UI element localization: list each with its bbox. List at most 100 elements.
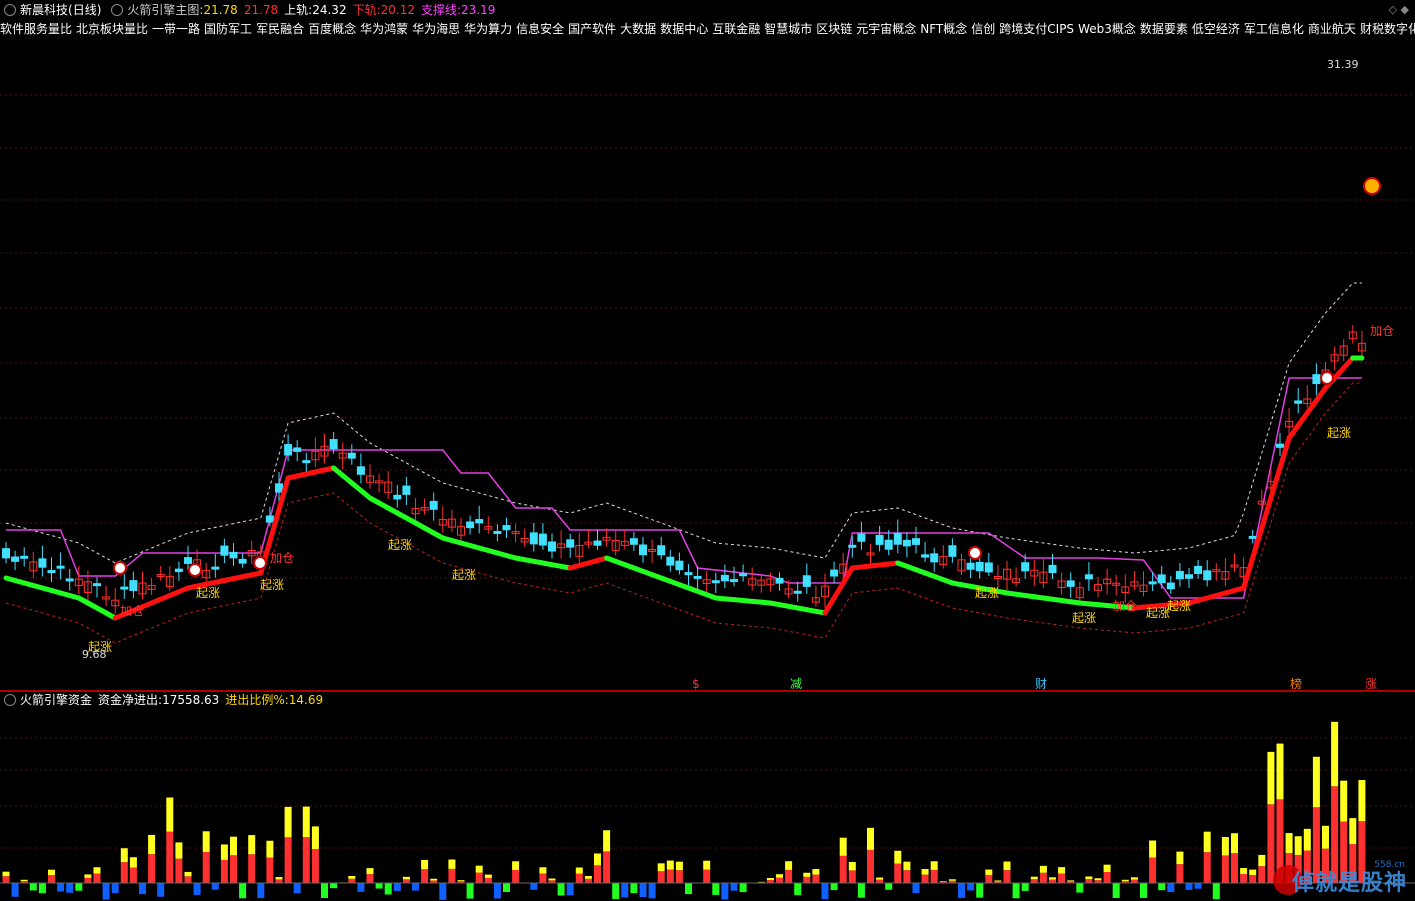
- event-marker: $: [692, 677, 700, 690]
- inflow-extra-bar: [1085, 876, 1093, 880]
- inflow-bar: [302, 837, 310, 883]
- signal-icon: [968, 546, 982, 560]
- outflow-bar: [29, 883, 37, 891]
- inflow-bar: [84, 877, 92, 883]
- inflow-extra-bar: [284, 806, 292, 838]
- candle-body: [475, 519, 484, 524]
- concept-tag[interactable]: 军民融合: [256, 22, 304, 36]
- candle-body: [429, 500, 438, 510]
- candle-body: [666, 556, 675, 566]
- collapse-icon[interactable]: [4, 3, 16, 16]
- inflow-bar: [1249, 874, 1257, 883]
- concept-tag[interactable]: 数据要素: [1140, 22, 1188, 36]
- outflow-bar: [239, 883, 247, 899]
- concept-tag[interactable]: 北京板块量比: [76, 22, 148, 36]
- signal-icon: [188, 563, 202, 577]
- inflow-extra-bar: [202, 831, 210, 852]
- concept-tag[interactable]: 区块链: [816, 22, 852, 36]
- window-control-icons[interactable]: ◇ ◆: [1389, 3, 1409, 16]
- concept-tag[interactable]: 元宇宙概念: [856, 22, 916, 36]
- concept-tag[interactable]: 商业航天: [1308, 22, 1356, 36]
- outflow-bar: [967, 883, 975, 891]
- qizhang-label: 起涨: [975, 585, 999, 600]
- inflow-bar: [812, 874, 820, 883]
- concept-tag[interactable]: 军工信息化: [1244, 22, 1304, 36]
- candle-body: [529, 532, 538, 545]
- outflow-bar: [38, 883, 46, 894]
- concept-tag[interactable]: 信息安全: [516, 22, 564, 36]
- candle-body: [966, 562, 975, 570]
- concept-tag[interactable]: 低空经济: [1192, 22, 1240, 36]
- outflow-bar: [111, 883, 119, 894]
- candle-body: [1185, 574, 1193, 579]
- outflow-bar: [1140, 883, 1147, 898]
- concept-tag[interactable]: 数据中心: [660, 22, 708, 36]
- candle-body: [902, 539, 911, 547]
- inflow-bar: [120, 862, 128, 883]
- inflow-extra-bar: [311, 826, 319, 850]
- inflow-bar: [1176, 864, 1184, 883]
- candle-body: [538, 533, 547, 546]
- concept-tag[interactable]: 软件服务量比: [0, 22, 72, 36]
- candle-body: [1021, 562, 1030, 572]
- concept-tag[interactable]: 华为鸿蒙: [360, 22, 408, 36]
- outflow-bar: [466, 883, 474, 899]
- upper-band-line: [5, 282, 1362, 564]
- ratio-label: 进出比例%:: [225, 693, 289, 707]
- outflow-bar: [1158, 883, 1166, 891]
- support-step-line: [6, 377, 1362, 599]
- outflow-bar: [530, 883, 538, 890]
- candle-body: [129, 580, 138, 591]
- trend-line-segment: [822, 595, 837, 616]
- watermark-text: 倬就是股神: [1291, 871, 1407, 896]
- concept-tag[interactable]: 国防军工: [204, 22, 252, 36]
- candle-body: [639, 544, 647, 556]
- candle-body: [975, 561, 984, 572]
- inflow-bar: [166, 831, 174, 883]
- upper-label: 上轨:: [284, 3, 313, 17]
- period-label[interactable]: (日线): [68, 3, 101, 17]
- trend-line-segment: [1241, 555, 1256, 591]
- signal-icon: [1320, 371, 1334, 385]
- concept-tag[interactable]: 百度概念: [308, 22, 356, 36]
- inflow-bar: [1058, 873, 1066, 883]
- inflow-bar: [366, 874, 374, 883]
- inflow-extra-bar: [266, 840, 274, 858]
- candle-body: [884, 539, 893, 550]
- inflow-extra-bar: [657, 863, 665, 872]
- concept-tag[interactable]: 华为海思: [412, 22, 460, 36]
- concept-tag[interactable]: 智慧城市: [764, 22, 812, 36]
- concept-tag[interactable]: NFT概念: [920, 22, 967, 36]
- trend-line-segment: [276, 475, 291, 513]
- concept-tag[interactable]: 跨境支付CIPS: [999, 22, 1074, 36]
- inflow-bar: [594, 865, 601, 883]
- candle-body: [174, 568, 183, 573]
- concept-tag[interactable]: 国产软件: [568, 22, 616, 36]
- inflow-extra-bar: [366, 868, 374, 875]
- concept-tag[interactable]: 信创: [971, 22, 995, 36]
- concept-tag[interactable]: Web3概念: [1078, 22, 1136, 36]
- inflow-bar: [248, 854, 256, 883]
- candle-body: [1175, 570, 1184, 580]
- concept-tag[interactable]: 财税数字化: [1360, 22, 1415, 36]
- candle-body: [893, 532, 902, 545]
- candle-body: [720, 574, 729, 582]
- inflow-bar: [1149, 857, 1157, 883]
- inflow-bar: [1103, 872, 1111, 883]
- concept-tag[interactable]: 大数据: [620, 22, 656, 36]
- concept-tag[interactable]: 一带一路: [152, 22, 200, 36]
- jiacang-label: 加仓: [1370, 324, 1394, 338]
- candle-body: [493, 530, 502, 534]
- candle-body: [1294, 400, 1303, 404]
- concept-tag[interactable]: 互联金融: [712, 22, 760, 36]
- inflow-bar: [484, 877, 492, 883]
- sub-indicator-toggle-icon[interactable]: [4, 693, 16, 706]
- indicator-toggle-icon[interactable]: [111, 3, 124, 16]
- inflow-extra-bar: [1349, 818, 1357, 845]
- candle-body: [675, 560, 684, 571]
- trend-line-segment: [1277, 435, 1292, 471]
- rocket-icon: [1363, 177, 1381, 195]
- outflow-bar: [648, 883, 656, 899]
- inflow-extra-bar: [948, 879, 956, 881]
- concept-tag[interactable]: 华为算力: [464, 22, 512, 36]
